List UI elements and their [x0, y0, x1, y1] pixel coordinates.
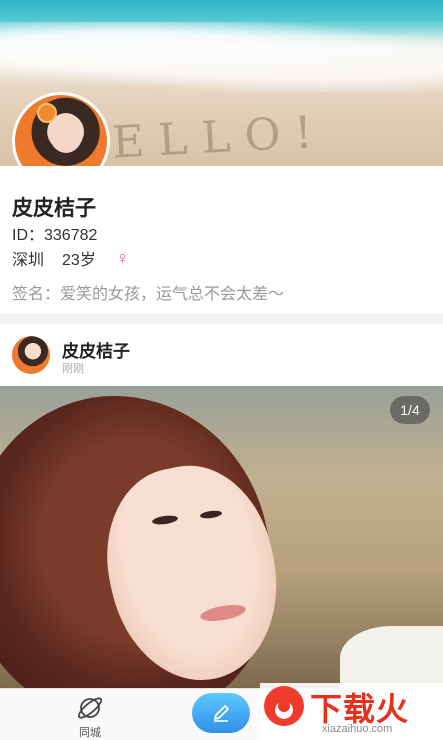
avatar-orange	[37, 103, 57, 123]
compose-button[interactable]	[192, 693, 250, 733]
photo-page-indicator: 1/4	[390, 396, 430, 424]
profile-age: 23岁	[62, 252, 96, 269]
wave-foam	[0, 22, 443, 92]
post-header[interactable]: 皮皮桔子 刚刚	[0, 324, 443, 386]
post-author-avatar[interactable]	[12, 336, 50, 374]
post-author-name[interactable]: 皮皮桔子	[62, 337, 130, 362]
profile-info: 皮皮桔子 ID：336782 深圳 23岁 ♀ 签名：爱笑的女孩，运气总不会太差…	[0, 166, 443, 314]
profile-city: 深圳	[12, 252, 45, 269]
tab-city-label: 同城	[79, 727, 101, 739]
watermark-url: xiazaihuo.com	[322, 723, 393, 735]
planet-icon	[77, 697, 103, 719]
profile-signature: 签名：爱笑的女孩，运气总不会太差～	[12, 286, 285, 303]
pencil-icon	[214, 705, 229, 722]
post-timestamp: 刚刚	[62, 363, 84, 375]
flame-logo-icon	[264, 686, 304, 726]
post-photo[interactable]	[0, 386, 443, 688]
profile-meta: 深圳 23岁 ♀	[12, 246, 129, 270]
section-divider	[0, 314, 443, 324]
profile-id: ID：336782	[12, 227, 98, 244]
profile-nickname: 皮皮桔子	[12, 197, 96, 220]
sand-writing: ELLO!	[110, 106, 328, 166]
site-watermark: 下载火 xiazaihuo.com	[260, 683, 443, 740]
female-icon: ♀	[115, 247, 130, 268]
tab-city[interactable]: 同城	[66, 693, 114, 739]
